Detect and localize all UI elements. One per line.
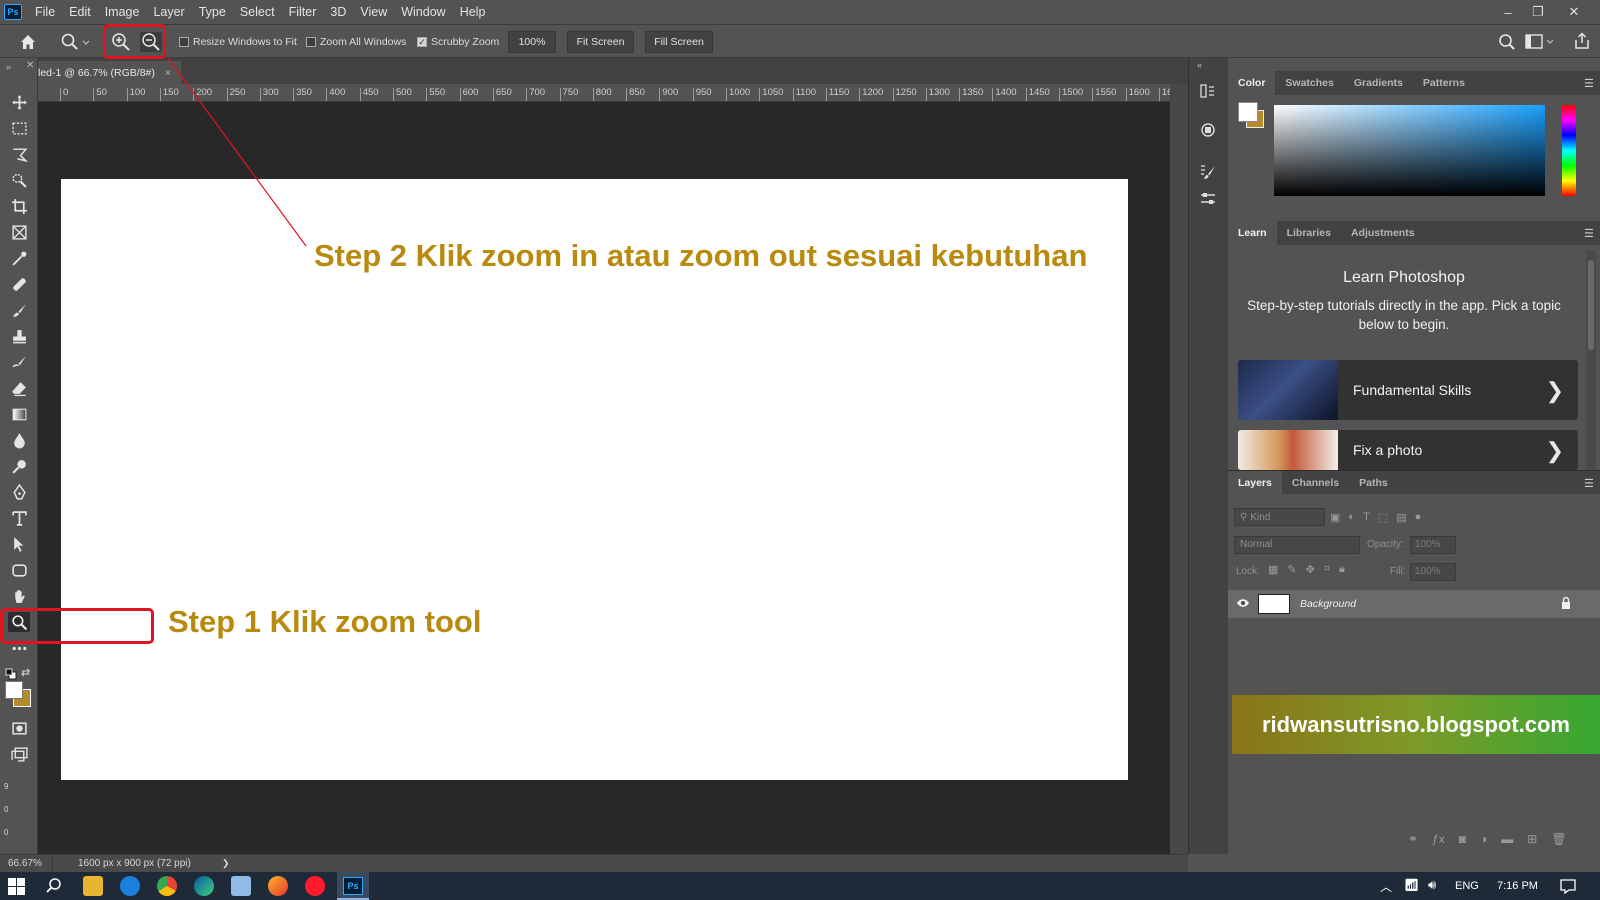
firefox-icon[interactable] [268,876,288,896]
taskbar-search-icon[interactable] [45,877,63,898]
edge-browser-icon[interactable] [120,876,140,896]
notification-icon[interactable] [1560,878,1576,897]
photoshop-taskbar-icon: Ps [343,877,363,895]
annotation-arrow-line [167,57,307,247]
windows-taskbar: Ps ︿ 📶︎ 🔊︎ ENG 7:16 PM [0,872,1600,900]
language-indicator[interactable]: ENG [1455,880,1479,892]
notepad-icon[interactable] [231,876,251,896]
tray-chevron-icon[interactable]: ︿ [1380,878,1392,895]
wifi-icon[interactable]: 📶︎ [1404,878,1419,892]
volume-icon[interactable]: 🔊︎ [1428,877,1436,893]
edge-chromium-icon[interactable] [194,876,214,896]
opera-icon[interactable] [305,876,325,896]
taskbar-photoshop-active[interactable]: Ps [337,872,369,900]
step-2-annotation: Step 2 Klik zoom in atau zoom out sesuai… [314,238,1088,273]
step-1-annotation: Step 1 Klik zoom tool [168,604,482,639]
file-explorer-icon[interactable] [83,876,103,896]
clock[interactable]: 7:16 PM [1497,880,1538,892]
chrome-icon[interactable] [157,876,177,896]
windows-start-icon[interactable] [8,878,25,898]
